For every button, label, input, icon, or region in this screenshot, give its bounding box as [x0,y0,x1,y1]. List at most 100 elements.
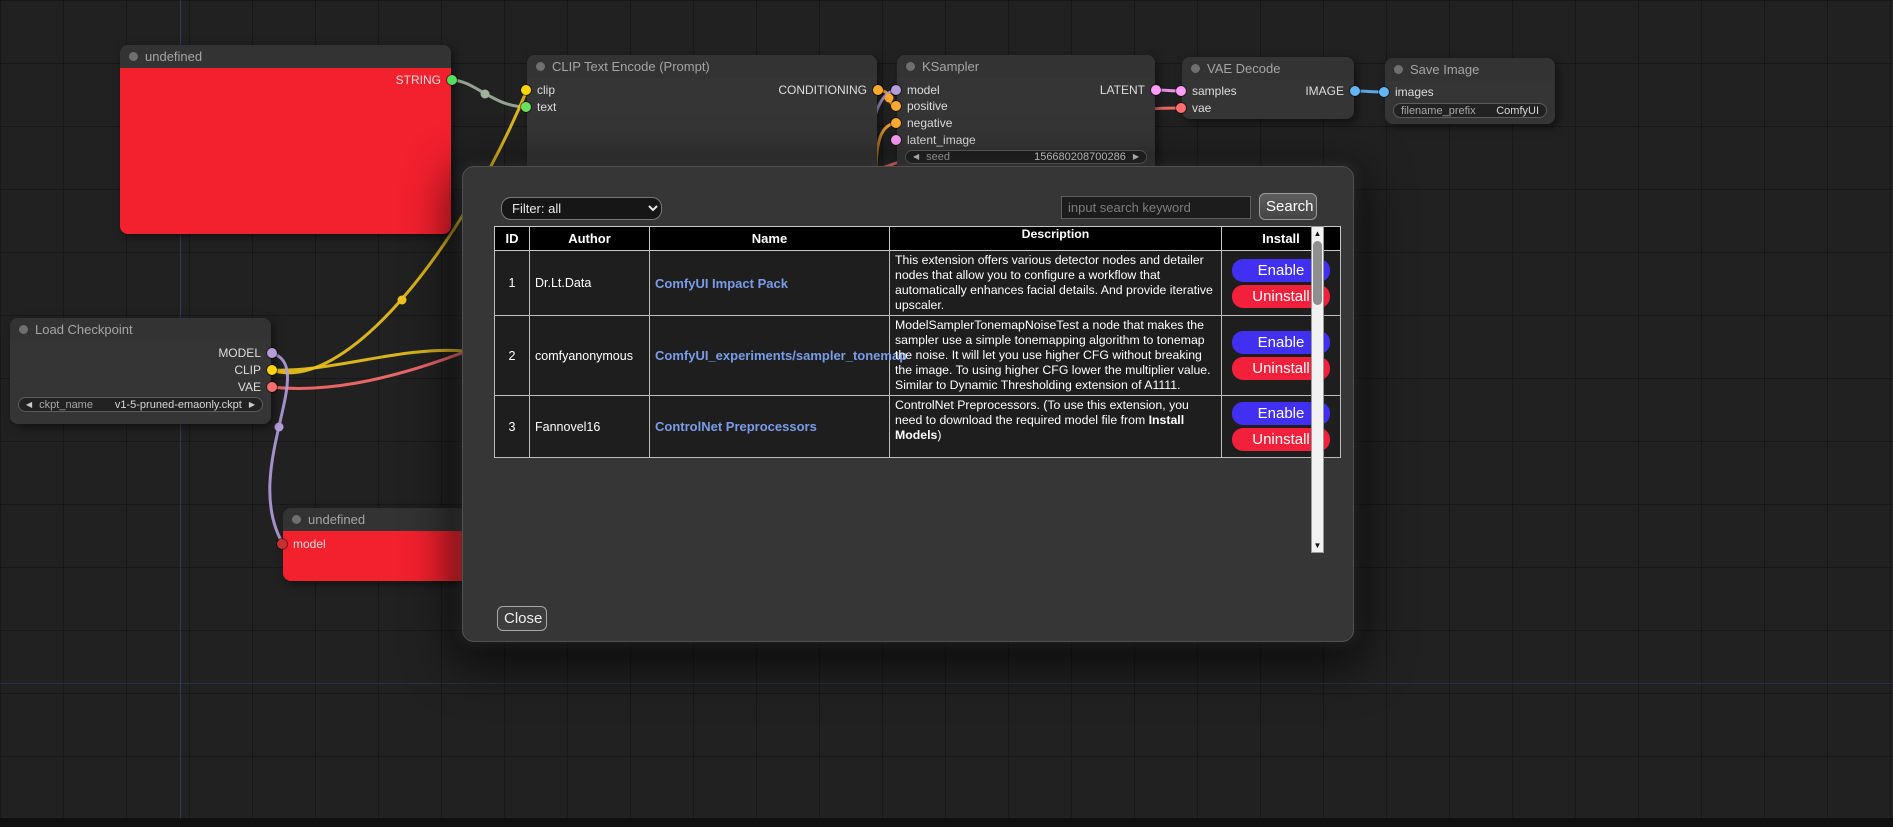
decrement-arrow-icon[interactable]: ◀ [913,153,919,161]
node-titlebar[interactable]: CLIP Text Encode (Prompt) [527,55,877,78]
output-slot-vae[interactable]: VAE [238,380,277,394]
slot-dot-icon[interactable] [267,382,277,392]
scroll-down-icon[interactable]: ▼ [1312,539,1323,552]
node-save-image[interactable]: Save Image images filename_prefix ComfyUI [1385,58,1555,124]
cell-name: ComfyUI Impact Pack [650,251,890,316]
slot-dot-icon[interactable] [267,348,277,358]
input-slot-negative[interactable]: negative [891,116,952,130]
collapse-dot-icon[interactable] [129,52,138,61]
output-slot-latent[interactable]: LATENT [1100,83,1161,97]
extension-row-2: 2comfyanonymousComfyUI_experiments/sampl… [495,316,1341,396]
cell-description: This extension offers various detector n… [890,251,1222,316]
slot-dot-icon[interactable] [891,135,901,145]
extension-name-link[interactable]: ControlNet Preprocessors [655,419,817,434]
input-slot-model[interactable]: model [277,537,326,551]
slot-label: CLIP [234,363,261,377]
decrement-arrow-icon[interactable]: ◀ [26,401,32,409]
widget-value: ComfyUI [1496,105,1539,117]
slot-dot-icon[interactable] [521,102,531,112]
collapse-dot-icon[interactable] [292,515,301,524]
widget-value: v1-5-pruned-emaonly.ckpt [115,399,242,411]
widget-seed[interactable]: ◀seed156680208700286▶ [905,150,1147,164]
node-titlebar[interactable]: VAE Decode [1182,57,1354,80]
collapse-dot-icon[interactable] [1191,64,1200,73]
increment-arrow-icon[interactable]: ▶ [1133,153,1139,161]
slot-label: model [293,537,326,551]
close-button[interactable]: Close [497,606,547,631]
slot-dot-icon[interactable] [891,118,901,128]
node-undefined-bottom[interactable]: undefined model [283,508,469,581]
slot-label: clip [537,83,555,97]
slot-dot-icon[interactable] [521,85,531,95]
node-undefined-top[interactable]: undefined STRING [120,45,451,234]
cell-author: Fannovel16 [530,396,650,458]
node-title: VAE Decode [1207,61,1280,76]
extension-list: IDAuthorNameDescriptionInstall 1Dr.Lt.Da… [494,226,1341,458]
slot-dot-icon[interactable] [1176,103,1186,113]
increment-arrow-icon[interactable]: ▶ [249,401,255,409]
slot-label: positive [907,99,948,113]
input-slot-samples[interactable]: samples [1176,84,1237,98]
input-slot-vae[interactable]: vae [1176,101,1211,115]
slot-label: STRING [396,73,441,87]
collapse-dot-icon[interactable] [906,62,915,71]
output-slot-string[interactable]: STRING [396,73,457,87]
widget-filename_prefix[interactable]: filename_prefix ComfyUI [1393,103,1547,118]
slot-label: images [1395,85,1434,99]
node-titlebar[interactable]: KSampler [897,55,1155,78]
node-titlebar[interactable]: Save Image [1385,58,1555,81]
output-slot-conditioning[interactable]: CONDITIONING [778,83,883,97]
extension-row-1: 1Dr.Lt.DataComfyUI Impact PackThis exten… [495,251,1341,316]
slot-dot-icon[interactable] [1350,86,1360,96]
slot-label: CONDITIONING [778,83,867,97]
slot-dot-icon[interactable] [891,85,901,95]
search-input[interactable] [1061,196,1251,219]
table-scrollbar[interactable]: ▲ ▼ [1311,226,1324,553]
slot-dot-icon[interactable] [891,101,901,111]
input-slot-positive[interactable]: positive [891,99,948,113]
slot-dot-icon[interactable] [267,365,277,375]
node-clip-text-encode[interactable]: CLIP Text Encode (Prompt) clip text CONDITI… [527,55,877,175]
extension-name-link[interactable]: ComfyUI_experiments/sampler_tonemap [655,348,907,363]
column-header-name: Name [650,227,890,251]
output-slot-image[interactable]: IMAGE [1305,84,1360,98]
node-titlebar[interactable]: Load Checkpoint [10,318,271,341]
scroll-up-icon[interactable]: ▲ [1312,227,1323,240]
collapse-dot-icon[interactable] [19,325,28,334]
collapse-dot-icon[interactable] [536,62,545,71]
input-slot-latent_image[interactable]: latent_image [891,133,976,147]
search-button[interactable]: Search [1259,193,1317,220]
slot-label: samples [1192,84,1237,98]
slot-dot-icon[interactable] [1379,87,1389,97]
extension-table: IDAuthorNameDescriptionInstall 1Dr.Lt.Da… [494,226,1311,458]
cell-id: 2 [495,316,530,396]
input-slot-images[interactable]: images [1379,85,1434,99]
scrollbar-thumb[interactable] [1313,241,1322,305]
output-slot-model[interactable]: MODEL [218,346,277,360]
output-slot-clip[interactable]: CLIP [234,363,277,377]
node-titlebar[interactable]: undefined [283,508,469,531]
slot-dot-icon[interactable] [1176,86,1186,96]
slot-dot-icon[interactable] [447,75,457,85]
input-slot-clip[interactable]: clip [521,83,555,97]
widget-ckpt_name[interactable]: ◀ ckpt_name v1-5-pruned-emaonly.ckpt ▶ [18,397,263,412]
slot-label: text [537,100,556,114]
filter-select[interactable]: Filter: all [501,197,662,220]
node-ksampler[interactable]: KSamplermodelpositivenegativelatent_imag… [897,55,1155,173]
node-titlebar[interactable]: undefined [120,45,451,68]
extension-name-link[interactable]: ComfyUI Impact Pack [655,276,788,291]
widget-label: ckpt_name [39,399,93,411]
input-slot-text[interactable]: text [521,100,556,114]
slot-dot-icon[interactable] [277,539,287,549]
slot-dot-icon[interactable] [873,85,883,95]
collapse-dot-icon[interactable] [1394,65,1403,74]
column-header-description: Description [890,227,1222,251]
slot-label: LATENT [1100,83,1145,97]
input-slot-model[interactable]: model [891,83,940,97]
node-load-checkpoint[interactable]: Load CheckpointMODELCLIPVAE◀ckpt_namev1-… [10,318,271,424]
column-header-id: ID [495,227,530,251]
node-vae-decode[interactable]: VAE DecodesamplesvaeIMAGE [1182,57,1354,119]
slot-dot-icon[interactable] [1151,85,1161,95]
cell-description: ControlNet Preprocessors. (To use this e… [890,396,1222,458]
widget-label: filename_prefix [1401,105,1476,117]
